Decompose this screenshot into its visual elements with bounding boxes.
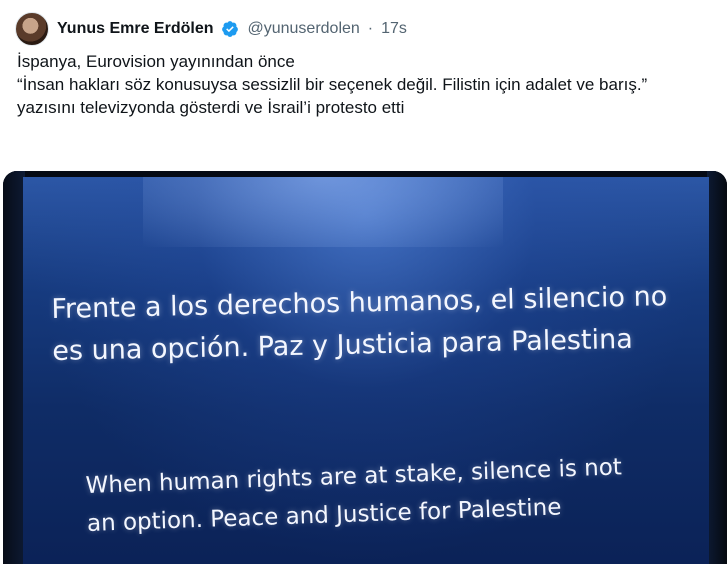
separator-dot: ·: [367, 20, 374, 37]
tweet-text-line: İspanya, Eurovision yayınından önce: [17, 52, 295, 71]
verified-badge-icon: [222, 21, 239, 37]
tweet-text: İspanya, Eurovision yayınından önce “İns…: [17, 50, 707, 119]
tv-bezel: [3, 171, 25, 564]
screen-glare: [143, 177, 503, 247]
tweet-text-line: yazısını televizyonda gösterdi ve İsrail…: [17, 98, 405, 117]
tv-screen: Frente a los derechos humanos, el silenc…: [23, 177, 709, 564]
tweet-timestamp[interactable]: 17s: [381, 20, 407, 38]
tweet-text-line: “İnsan hakları söz konusuysa sessizlil b…: [17, 75, 648, 94]
tweet-media-image[interactable]: Frente a los derechos humanos, el silenc…: [3, 171, 727, 564]
tv-bezel: [707, 171, 727, 564]
spanish-message: Frente a los derechos humanos, el silenc…: [51, 276, 693, 373]
author-name[interactable]: Yunus Emre Erdölen: [57, 20, 213, 38]
author-handle[interactable]: @yunuserdolen: [247, 20, 359, 38]
tweet-header: Yunus Emre Erdölen @yunuserdolen · 17s: [15, 12, 407, 46]
english-message: When human rights are at stake, silence …: [85, 446, 687, 543]
avatar[interactable]: [15, 12, 49, 46]
